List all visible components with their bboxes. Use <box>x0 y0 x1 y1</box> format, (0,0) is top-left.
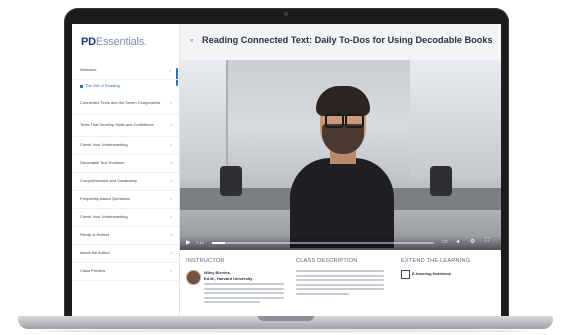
chevron-right-icon: › <box>170 160 172 167</box>
volume-icon[interactable]: ◂ <box>456 238 459 245</box>
chevron-right-icon: › <box>170 178 172 185</box>
chevron-right-icon: › <box>170 100 172 107</box>
laptop-shadow <box>40 329 531 333</box>
sidebar-item-welcome[interactable]: Welcome ⌄ <box>72 62 179 80</box>
laptop-notch <box>258 316 314 321</box>
sidebar-item-label: Comprehension and Vocabulary <box>80 178 137 184</box>
background-chair <box>430 166 452 196</box>
sidebar-item-connected-texts[interactable]: Connected Texts and the Seven Components… <box>72 93 179 115</box>
video-player[interactable]: ▶ 7:14 ▭ ◂ ⚙ ⛶ <box>180 60 501 250</box>
chevron-right-icon: › <box>170 268 172 275</box>
instructor-name: Wiley Blevins, <box>204 270 231 275</box>
sidebar-item-label: Decodable Text Routines <box>80 160 125 166</box>
captions-icon[interactable]: ▭ <box>442 238 448 245</box>
laptop-bezel: PDEssentials. Welcome ⌄ The Gift of Read… <box>64 8 509 318</box>
play-icon[interactable]: ▶ <box>186 239 191 246</box>
sidebar-item-decodable-routines[interactable]: Decodable Text Routines › <box>72 155 179 173</box>
instructor-bio <box>204 283 284 306</box>
presenter-beard <box>322 124 364 154</box>
sidebar-item-label: Check Your Understanding <box>80 214 128 220</box>
instructor-heading: INSTRUCTOR <box>186 258 225 264</box>
course-sidebar: PDEssentials. Welcome ⌄ The Gift of Read… <box>72 24 180 318</box>
sidebar-item-label: Class Preview <box>80 268 106 274</box>
collapse-sidebar-icon[interactable]: « <box>190 38 193 44</box>
background-window <box>180 60 228 180</box>
sidebar-item-comprehension[interactable]: Comprehension and Vocabulary › <box>72 173 179 191</box>
notebook-icon[interactable] <box>401 270 410 279</box>
presenter-hair <box>316 86 370 116</box>
background-window <box>456 60 501 180</box>
presenter <box>290 80 394 248</box>
glasses-right <box>345 114 364 128</box>
description-heading: CLASS DESCRIPTION <box>296 258 358 264</box>
extend-heading: EXTEND THE LEARNING <box>401 258 471 264</box>
chevron-right-icon: › <box>170 232 172 239</box>
brand-logo[interactable]: PDEssentials. <box>81 36 147 48</box>
settings-icon[interactable]: ⚙ <box>470 238 475 245</box>
sidebar-item-label: Check Your Understanding <box>80 142 128 148</box>
sidebar-item-label: Texts That Develop Skills and Confidence <box>80 122 154 128</box>
chevron-right-icon: › <box>170 214 172 221</box>
glasses-left <box>325 114 344 128</box>
sidebar-item-label: Recap & Reflect <box>80 232 109 238</box>
avatar <box>186 270 201 285</box>
sidebar-item-label: Welcome <box>80 67 97 73</box>
class-description-text <box>296 270 384 298</box>
sidebar-item-recap[interactable]: Recap & Reflect › <box>72 227 179 245</box>
sidebar-item-about-author[interactable]: About the Author › <box>72 245 179 263</box>
main-content: « Reading Connected Text: Daily To-Dos f… <box>180 24 501 318</box>
class-info: INSTRUCTOR Wiley Blevins, Ed.M., Harvard… <box>180 250 501 318</box>
sidebar-item-texts-develop-skills[interactable]: Texts That Develop Skills and Confidence… <box>72 115 179 137</box>
chevron-right-icon: › <box>170 122 172 129</box>
video-icon <box>80 85 83 88</box>
sidebar-item-class-preview[interactable]: Class Preview › <box>72 263 179 281</box>
video-progress-bar[interactable] <box>212 242 434 244</box>
sidebar-item-check-understanding-1[interactable]: Check Your Understanding › <box>72 137 179 155</box>
video-progress-fill <box>212 242 226 244</box>
sidebar-item-label: Frequently Asked Questions <box>80 196 131 202</box>
sidebar-item-label: About the Author <box>80 250 110 256</box>
background-window <box>410 60 458 180</box>
sidebar-item-faq[interactable]: Frequently Asked Questions › <box>72 191 179 209</box>
page-title: Reading Connected Text: Daily To-Dos for… <box>202 35 493 45</box>
laptop-screen: PDEssentials. Welcome ⌄ The Gift of Read… <box>72 24 501 318</box>
camera-icon <box>284 12 288 16</box>
chevron-right-icon: › <box>170 250 172 257</box>
notebook-link[interactable]: E-learning Notebook <box>412 271 451 276</box>
sidebar-item-label: The Gift of Reading <box>85 83 120 89</box>
fullscreen-icon[interactable]: ⛶ <box>485 238 489 245</box>
chevron-down-icon: ⌄ <box>167 67 172 74</box>
title-bar: « Reading Connected Text: Daily To-Dos f… <box>180 24 501 60</box>
video-time: 7:14 <box>196 240 204 245</box>
sidebar-item-label: Connected Texts and the Seven Components <box>80 100 161 106</box>
presenter-body <box>290 158 394 248</box>
background-chair <box>220 166 242 196</box>
chevron-right-icon: › <box>170 142 172 149</box>
instructor-credential: Ed.M., Harvard University <box>204 276 253 281</box>
sidebar-item-check-understanding-2[interactable]: Check Your Understanding › <box>72 209 179 227</box>
video-controls: ▶ 7:14 ▭ ◂ ⚙ ⛶ <box>180 236 501 250</box>
sidebar-nav: Welcome ⌄ The Gift of Reading Connected … <box>72 62 179 281</box>
sidebar-subitem-gift-of-reading[interactable]: The Gift of Reading <box>72 80 179 93</box>
chevron-right-icon: › <box>170 196 172 203</box>
